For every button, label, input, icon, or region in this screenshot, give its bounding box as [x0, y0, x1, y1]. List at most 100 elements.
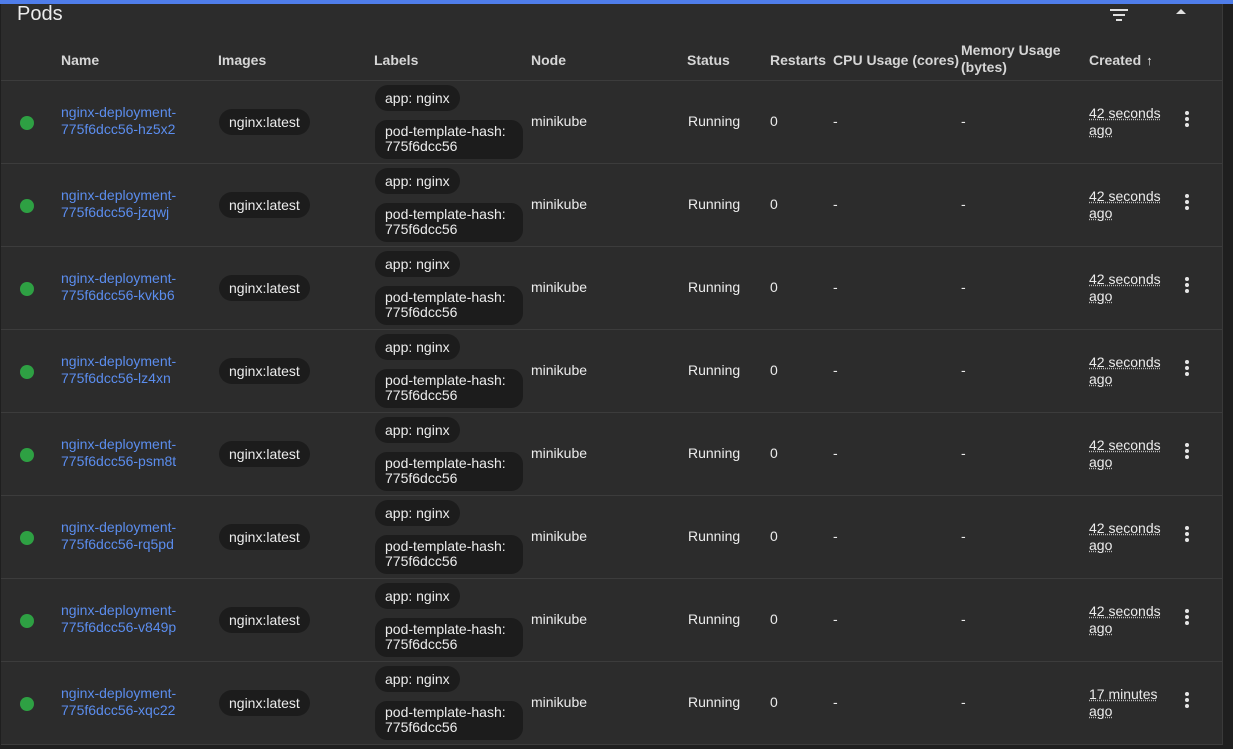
column-header-status[interactable]: Status [687, 52, 730, 69]
created-cell: 42 seconds ago [1089, 520, 1161, 553]
label-chip: app: nginx [375, 583, 460, 609]
column-header-labels: Labels [374, 52, 419, 68]
node-cell: minikube [531, 362, 588, 378]
created-cell: 42 seconds ago [1089, 271, 1161, 304]
label-chip: app: nginx [375, 85, 460, 111]
more-vert-icon[interactable] [1177, 441, 1197, 465]
column-header-created-label: Created [1089, 52, 1142, 68]
label-chip: pod-template-hash: 775f6dcc56 [375, 452, 523, 491]
image-chip: nginx:latest [219, 358, 310, 384]
label-chip: pod-template-hash: 775f6dcc56 [375, 286, 523, 325]
restarts-cell: 0 [770, 279, 778, 295]
status-cell: Running [688, 528, 741, 544]
cpu-cell: - [833, 528, 838, 544]
more-vert-icon[interactable] [1177, 358, 1197, 382]
column-header-images: Images [218, 52, 267, 68]
status-running-icon [20, 531, 34, 545]
status-running-icon [20, 448, 34, 462]
restarts-cell: 0 [770, 196, 778, 212]
node-cell: minikube [531, 611, 588, 627]
restarts-cell: 0 [770, 611, 778, 627]
status-cell: Running [688, 196, 741, 212]
cpu-cell: - [833, 362, 838, 378]
status-running-icon [20, 116, 34, 130]
label-chip: pod-template-hash: 775f6dcc56 [375, 701, 523, 740]
status-running-icon [20, 199, 34, 213]
table-row: nginx-deployment-775f6dcc56-xqc22 nginx:l… [1, 662, 1222, 745]
node-cell: minikube [531, 113, 588, 129]
status-running-icon [20, 697, 34, 711]
label-chip: app: nginx [375, 666, 460, 692]
status-cell: Running [688, 611, 741, 627]
pod-name-link[interactable]: nginx-deployment-775f6dcc56-rq5pd [61, 519, 211, 553]
pod-name-link[interactable]: nginx-deployment-775f6dcc56-hz5x2 [61, 104, 211, 138]
memory-cell: - [961, 528, 966, 544]
more-vert-icon[interactable] [1177, 109, 1197, 133]
more-vert-icon[interactable] [1177, 192, 1197, 216]
image-chip: nginx:latest [219, 192, 310, 218]
more-vert-icon[interactable] [1177, 690, 1197, 714]
created-cell: 42 seconds ago [1089, 603, 1161, 636]
label-chip: pod-template-hash: 775f6dcc56 [375, 120, 523, 159]
restarts-cell: 0 [770, 362, 778, 378]
memory-cell: - [961, 362, 966, 378]
node-cell: minikube [531, 279, 588, 295]
more-vert-icon[interactable] [1177, 607, 1197, 631]
status-cell: Running [688, 362, 741, 378]
pod-name-link[interactable]: nginx-deployment-775f6dcc56-jzqwj [61, 187, 211, 221]
label-chip: app: nginx [375, 417, 460, 443]
cpu-cell: - [833, 279, 838, 295]
pod-name-link[interactable]: nginx-deployment-775f6dcc56-kvkb6 [61, 270, 211, 304]
cpu-cell: - [833, 611, 838, 627]
pod-name-link[interactable]: nginx-deployment-775f6dcc56-xqc22 [61, 685, 211, 719]
label-chip: pod-template-hash: 775f6dcc56 [375, 535, 523, 574]
more-vert-icon[interactable] [1177, 275, 1197, 299]
table-header: Name Images Labels Node Status Restarts … [1, 40, 1222, 81]
node-cell: minikube [531, 528, 588, 544]
created-cell: 42 seconds ago [1089, 437, 1161, 470]
table-row: nginx-deployment-775f6dcc56-kvkb6 nginx:l… [1, 247, 1222, 330]
card-title: Pods [17, 4, 63, 25]
more-vert-icon[interactable] [1177, 524, 1197, 548]
table-row: nginx-deployment-775f6dcc56-lz4xn nginx:l… [1, 330, 1222, 413]
column-header-created[interactable]: Created ↑ [1089, 52, 1153, 69]
column-header-node[interactable]: Node [531, 52, 566, 69]
pods-card: Pods Name Images Labels Node Status Rest… [1, 4, 1223, 745]
memory-cell: - [961, 694, 966, 710]
status-cell: Running [688, 279, 741, 295]
label-chip: app: nginx [375, 168, 460, 194]
column-header-memory: Memory Usage (bytes) [961, 42, 1061, 75]
image-chip: nginx:latest [219, 275, 310, 301]
label-chip: pod-template-hash: 775f6dcc56 [375, 203, 523, 242]
table-row: nginx-deployment-775f6dcc56-v849p nginx:l… [1, 579, 1222, 662]
cpu-cell: - [833, 694, 838, 710]
label-chip: app: nginx [375, 251, 460, 277]
arrow-up-icon: ↑ [1146, 53, 1153, 68]
label-chip: pod-template-hash: 775f6dcc56 [375, 369, 523, 408]
status-cell: Running [688, 113, 741, 129]
pod-name-link[interactable]: nginx-deployment-775f6dcc56-psm8t [61, 436, 211, 470]
memory-cell: - [961, 445, 966, 461]
status-running-icon [20, 365, 34, 379]
memory-cell: - [961, 113, 966, 129]
restarts-cell: 0 [770, 445, 778, 461]
created-cell: 42 seconds ago [1089, 354, 1161, 387]
node-cell: minikube [531, 445, 588, 461]
table-row: nginx-deployment-775f6dcc56-psm8t nginx:l… [1, 413, 1222, 496]
filter-icon[interactable] [1107, 6, 1131, 24]
image-chip: nginx:latest [219, 109, 310, 135]
column-header-restarts[interactable]: Restarts [770, 52, 826, 69]
chevron-up-icon[interactable] [1169, 4, 1193, 22]
restarts-cell: 0 [770, 113, 778, 129]
image-chip: nginx:latest [219, 690, 310, 716]
cpu-cell: - [833, 196, 838, 212]
restarts-cell: 0 [770, 694, 778, 710]
created-cell: 42 seconds ago [1089, 188, 1161, 221]
column-header-name[interactable]: Name [61, 52, 99, 69]
image-chip: nginx:latest [219, 441, 310, 467]
pod-name-link[interactable]: nginx-deployment-775f6dcc56-lz4xn [61, 353, 211, 387]
node-cell: minikube [531, 196, 588, 212]
status-running-icon [20, 614, 34, 628]
pod-name-link[interactable]: nginx-deployment-775f6dcc56-v849p [61, 602, 211, 636]
memory-cell: - [961, 279, 966, 295]
